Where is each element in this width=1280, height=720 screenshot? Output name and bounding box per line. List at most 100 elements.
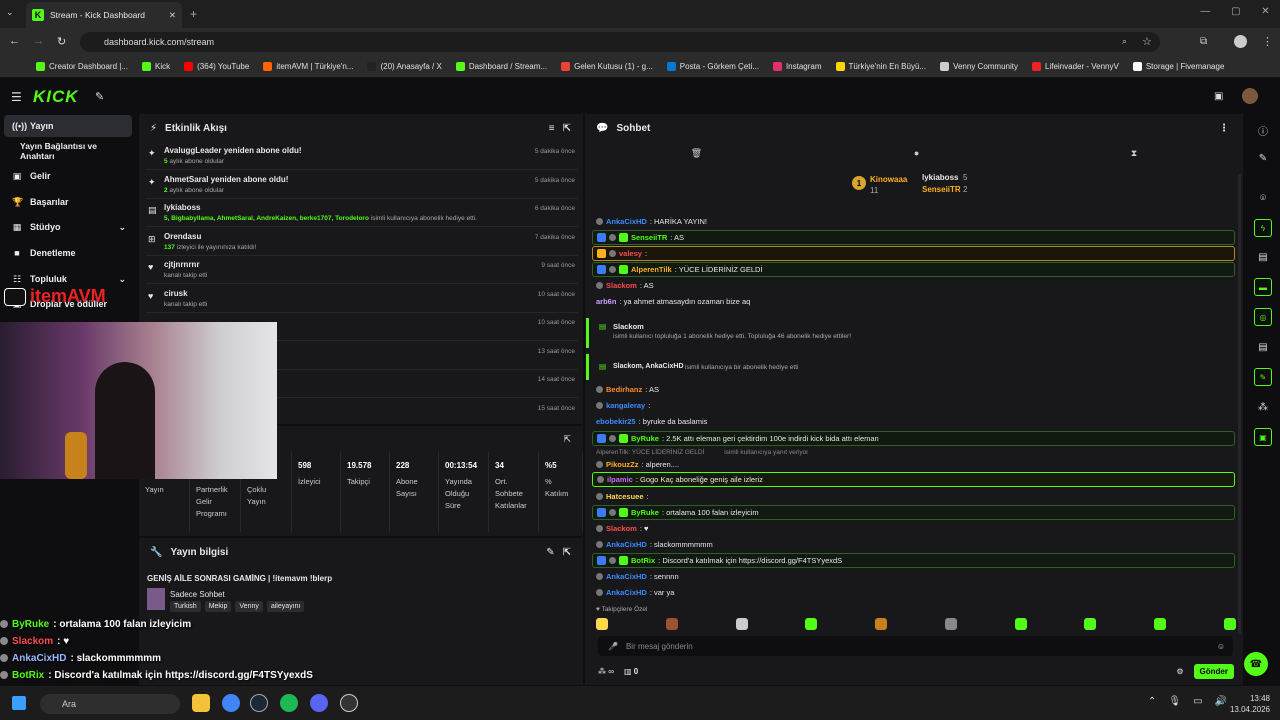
chat-mode-icon[interactable]: ● xyxy=(914,148,919,162)
info-icon[interactable]: ⓘ xyxy=(1246,120,1280,140)
broadcast-icon[interactable]: ◎ xyxy=(1246,307,1280,327)
obs-icon[interactable] xyxy=(340,694,358,712)
sidebar-item-basarilar[interactable]: 🏆 Başarılar xyxy=(4,191,132,213)
chat-username[interactable]: AlperenTilk xyxy=(631,265,672,274)
address-bar[interactable]: dashboard.kick.com/stream xyxy=(80,32,1160,52)
chat-username[interactable]: AnkaCixHD xyxy=(606,588,647,597)
forward-icon[interactable]: → xyxy=(33,35,44,47)
leader-second[interactable]: lykiaboss xyxy=(922,173,958,182)
chat-rail-icon[interactable]: ▬ xyxy=(1246,277,1280,297)
emote-icon[interactable] xyxy=(875,618,888,630)
browser-menu-icon[interactable]: ⋮ xyxy=(1262,35,1273,48)
steam-icon[interactable] xyxy=(250,694,268,712)
file-explorer-icon[interactable] xyxy=(192,694,210,712)
bookmark-item[interactable]: Venny Community xyxy=(940,62,1018,71)
close-tab-icon[interactable]: ✕ xyxy=(169,10,176,21)
infinity-icon[interactable]: ⁂ ∞ xyxy=(598,667,614,676)
sidebar-item-gelir[interactable]: ▣ Gelir xyxy=(4,165,132,187)
chat-username[interactable]: ByRuke xyxy=(631,508,659,517)
chat-username[interactable]: Slackom xyxy=(606,281,637,290)
chat-username[interactable]: BotRix xyxy=(631,556,655,565)
document-icon[interactable]: ▤ xyxy=(1246,247,1280,267)
avatar[interactable] xyxy=(1242,88,1258,104)
browser-tab-active[interactable]: K Stream - Kick Dashboard ✕ xyxy=(26,2,182,28)
gift-user[interactable]: Slackom xyxy=(613,322,644,331)
bookmark-item[interactable]: (20) Anasayfa / X xyxy=(367,62,442,71)
emote-icon[interactable] xyxy=(735,618,748,630)
emote-icon[interactable] xyxy=(944,618,957,630)
chrome-icon[interactable] xyxy=(222,694,240,712)
taskbar-search[interactable]: Ara xyxy=(40,694,180,714)
chat-username[interactable]: valesy xyxy=(619,249,642,258)
emoji-icon[interactable]: ☺ xyxy=(1217,642,1225,651)
microphone-icon[interactable]: 🎤 xyxy=(608,642,618,651)
layers-icon[interactable]: ▤ xyxy=(1246,337,1280,357)
menu-icon[interactable]: ☰ xyxy=(11,90,22,104)
stream-tag[interactable]: Turkish xyxy=(170,601,201,612)
trash-icon[interactable]: 🗑 xyxy=(691,148,702,162)
gift-user-2[interactable]: Slackom, AnkaCixHD xyxy=(613,363,684,370)
help-button[interactable]: ☎ xyxy=(1244,652,1268,676)
slow-mode-icon[interactable]: ⧗ xyxy=(1131,148,1137,162)
minimize-icon[interactable]: — xyxy=(1200,6,1210,17)
emote-icon[interactable] xyxy=(1084,618,1097,630)
game-icon[interactable]: ▣ xyxy=(1246,427,1280,447)
chat-username[interactable]: arb6n xyxy=(596,297,616,306)
chat-settings-icon[interactable]: ⚙ xyxy=(1176,667,1183,676)
mic-tray-icon[interactable]: 🎙 xyxy=(1168,696,1181,707)
back-icon[interactable]: ← xyxy=(9,35,20,47)
bookmark-item[interactable]: Lifeinvader - VennyV xyxy=(1032,62,1119,71)
chevron-down-icon[interactable]: ⌄ xyxy=(118,222,126,233)
emote-icon[interactable] xyxy=(1014,618,1027,630)
chat-username[interactable]: ilpamic xyxy=(607,475,633,484)
maximize-icon[interactable]: ▢ xyxy=(1231,6,1240,17)
bookmark-item[interactable]: (364) YouTube xyxy=(184,62,249,71)
tray-chevron-icon[interactable]: ⌃ xyxy=(1148,696,1156,707)
share-icon[interactable]: ⁂ xyxy=(1246,397,1280,417)
reload-icon[interactable]: ↻ xyxy=(57,35,66,48)
chat-username[interactable]: AnkaCixHD xyxy=(606,572,647,581)
chat-input[interactable]: 🎤 Bir mesaj gönderin ☺ xyxy=(598,636,1233,656)
emote-icon[interactable] xyxy=(1154,618,1167,630)
emote-icon[interactable] xyxy=(1223,618,1236,630)
send-button[interactable]: Gönder xyxy=(1193,663,1234,679)
zoom-icon[interactable]: ⌕ xyxy=(1122,36,1127,47)
tools-icon[interactable]: ✎ xyxy=(1246,367,1280,387)
camera-icon[interactable]: ⌾ xyxy=(1246,188,1280,208)
chat-username[interactable]: Hatcesuee xyxy=(606,492,644,501)
pin-icon[interactable]: ✎ xyxy=(95,90,104,103)
filter-icon[interactable]: ≡ xyxy=(549,123,555,134)
chat-username[interactable]: Bedirhanz xyxy=(606,385,642,394)
bookmark-item[interactable]: Creator Dashboard |... xyxy=(36,62,128,71)
clock[interactable]: 13:48 13.04.2026 xyxy=(1226,693,1270,715)
sidebar-item-denetleme[interactable]: ■ Denetleme xyxy=(4,242,132,264)
chat-username[interactable]: Slackom xyxy=(606,524,637,533)
info-popout-icon[interactable]: ⇱ xyxy=(563,547,571,558)
spotify-icon[interactable] xyxy=(280,694,298,712)
network-icon[interactable]: ▭ xyxy=(1193,696,1202,707)
bookmark-item[interactable]: Kick xyxy=(142,62,170,71)
chat-username[interactable]: SenseiiTR xyxy=(631,233,667,242)
bookmark-item[interactable]: Instagram xyxy=(772,62,822,71)
stream-tag[interactable]: aileyayını xyxy=(266,601,305,612)
popout-icon[interactable]: ⇱ xyxy=(563,123,571,134)
points-icon[interactable]: ▥ 0 xyxy=(624,667,638,676)
chat-username[interactable]: kangaleray xyxy=(606,401,645,410)
tab-list-button[interactable]: ⌄ xyxy=(6,7,20,21)
kick-logo[interactable]: KICK xyxy=(33,87,79,107)
discord-icon[interactable] xyxy=(310,694,328,712)
stats-popout-icon[interactable]: ⇱ xyxy=(563,434,571,445)
studio-icon[interactable]: ▣ xyxy=(1214,91,1223,102)
chat-username[interactable]: AnkaCixHD xyxy=(606,540,647,549)
bookmark-item[interactable]: Storage | Fivemanage xyxy=(1132,62,1224,71)
chevron-down-icon[interactable]: ⌄ xyxy=(118,274,126,285)
sidebar-item-yayin[interactable]: ((•)) Yayın xyxy=(4,115,132,137)
leader-first[interactable]: Kinowaaa xyxy=(870,175,907,184)
sidebar-item-studyo[interactable]: ▦ Stüdyo ⌄ xyxy=(4,216,132,238)
sidebar-item-yayin-baglantisi[interactable]: Yayın Bağlantısı ve Anahtarı xyxy=(4,140,132,162)
stream-tag[interactable]: Mekip xyxy=(204,601,232,612)
chat-menu-icon[interactable]: ⋮ xyxy=(1219,123,1229,134)
start-button[interactable] xyxy=(12,696,26,710)
bookmark-star-icon[interactable]: ☆ xyxy=(1142,35,1152,48)
bookmark-item[interactable]: Dashboard / Stream... xyxy=(455,62,547,71)
